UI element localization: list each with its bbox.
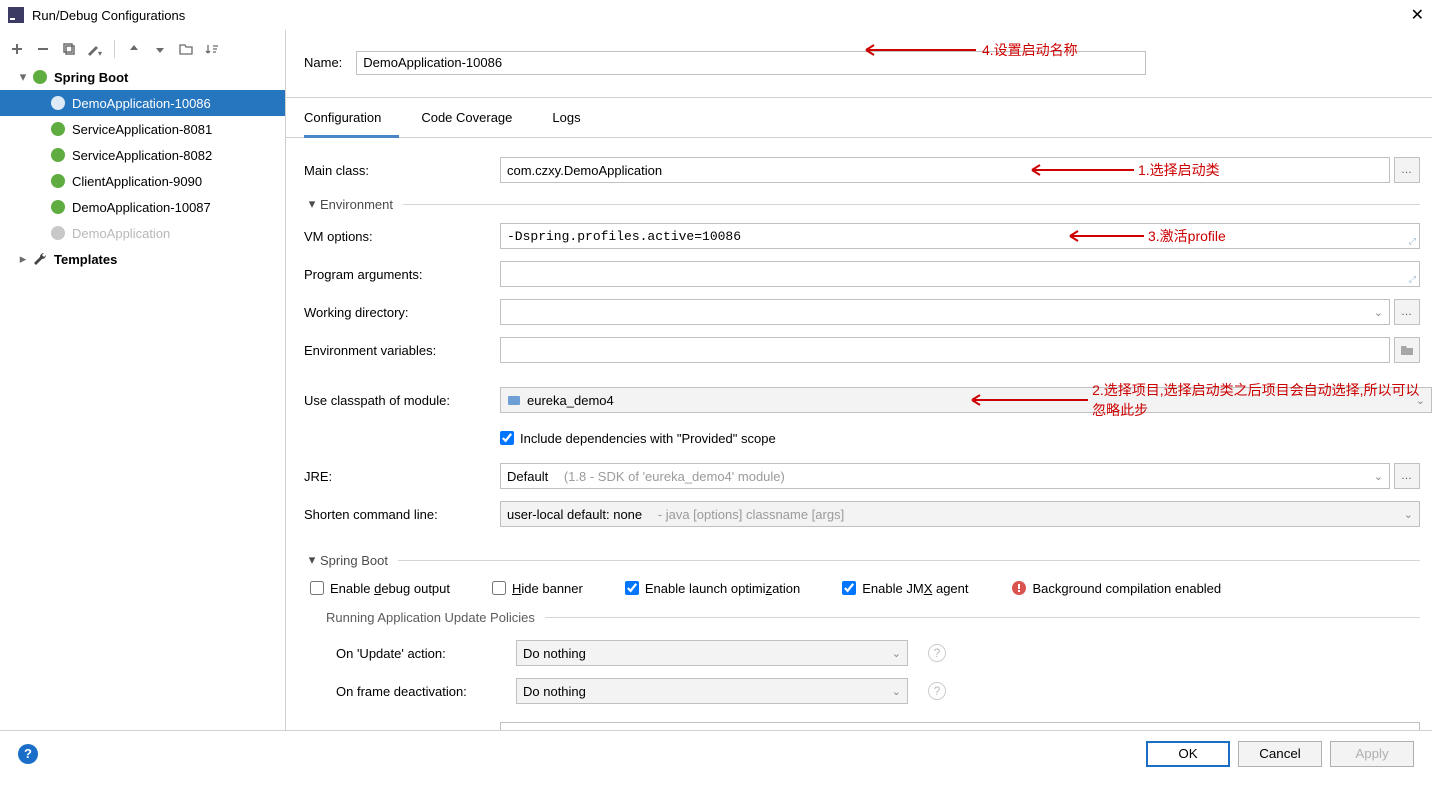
browse-main-class-button[interactable]: …	[1394, 157, 1420, 183]
spring-icon	[50, 121, 66, 137]
working-dir-input[interactable]: ⌄	[500, 299, 1390, 325]
chevron-down-icon: ▾	[304, 552, 320, 568]
sort-button[interactable]	[201, 38, 223, 60]
vm-options-row: VM options: ⤢ 3.激活profile	[304, 218, 1432, 254]
chevron-down-icon: ▾	[304, 196, 320, 212]
on-update-select[interactable]: Do nothing⌄	[516, 640, 908, 666]
spring-icon	[32, 69, 48, 85]
include-deps-row: Include dependencies with "Provided" sco…	[304, 420, 1432, 456]
name-label: Name:	[304, 55, 342, 70]
hide-banner-checkbox[interactable]: Hide banner	[492, 581, 583, 596]
chevron-down-icon: ⌄	[1416, 394, 1425, 407]
title-bar: Run/Debug Configurations ✕	[0, 0, 1432, 30]
spring-icon	[50, 225, 66, 241]
move-up-button[interactable]	[123, 38, 145, 60]
env-vars-row: Environment variables:	[304, 332, 1432, 368]
on-update-row: On 'Update' action: Do nothing⌄ ?	[326, 635, 1432, 671]
close-icon[interactable]: ✕	[1411, 5, 1424, 25]
tree-item-demo-10086[interactable]: DemoApplication-10086	[0, 90, 285, 116]
main-class-input[interactable]	[500, 157, 1390, 183]
window-title: Run/Debug Configurations	[32, 8, 185, 23]
collapse-icon: ▸	[16, 251, 30, 267]
cancel-button[interactable]: Cancel	[1238, 741, 1322, 767]
chevron-down-icon: ⌄	[1374, 470, 1383, 483]
wrench-icon	[32, 251, 48, 267]
browse-jre-button[interactable]: …	[1394, 463, 1420, 489]
bg-compilation-warning: Background compilation enabled	[1011, 580, 1222, 596]
tree-item-client-9090[interactable]: ClientApplication-9090	[0, 168, 285, 194]
folder-icon	[1400, 343, 1414, 357]
tree-item-service-8081[interactable]: ServiceApplication-8081	[0, 116, 285, 142]
share-checkbox[interactable]: Share	[1160, 55, 1432, 70]
chevron-down-icon: ⌄	[1404, 508, 1413, 521]
ok-button[interactable]: OK	[1146, 741, 1230, 767]
env-vars-input[interactable]	[500, 337, 1390, 363]
spring-icon	[50, 199, 66, 215]
help-icon[interactable]: ?	[928, 644, 946, 662]
chevron-down-icon: ⌄	[892, 685, 901, 698]
tree-toolbar: ▾	[0, 34, 285, 64]
spring-icon	[50, 147, 66, 163]
working-dir-row: Working directory: ⌄ …	[304, 294, 1432, 330]
tree-item-demo-disabled[interactable]: DemoApplication	[0, 220, 285, 246]
browse-working-dir-button[interactable]: …	[1394, 299, 1420, 325]
active-profiles-row: Active profiles:	[304, 717, 1432, 730]
enable-debug-checkbox[interactable]: Enable debug output	[310, 581, 450, 596]
tree-root-spring-boot[interactable]: ▾ Spring Boot	[0, 64, 285, 90]
folder-button[interactable]	[175, 38, 197, 60]
move-down-button[interactable]	[149, 38, 171, 60]
form-body: Main class: 1.选择启动类 … ▾ Environment VM o…	[286, 138, 1432, 730]
jre-select[interactable]: Default (1.8 - SDK of 'eureka_demo4' mod…	[500, 463, 1390, 489]
chevron-down-icon: ⌄	[1374, 306, 1383, 319]
vm-options-input[interactable]	[500, 223, 1420, 249]
intellij-icon	[8, 7, 24, 23]
tree-templates[interactable]: ▸ Templates	[0, 246, 285, 272]
jre-row: JRE: Default (1.8 - SDK of 'eureka_demo4…	[304, 458, 1432, 494]
chevron-down-icon: ⌄	[892, 647, 901, 660]
warning-icon	[1011, 580, 1027, 596]
edit-defaults-button[interactable]: ▾	[84, 38, 106, 60]
name-row: Name: 4.设置启动名称 Share Allow parallel run	[286, 30, 1432, 98]
tab-configuration[interactable]: Configuration	[304, 100, 399, 138]
annotation-4: 4.设置启动名称	[856, 40, 1078, 60]
include-deps-checkbox[interactable]: Include dependencies with "Provided" sco…	[500, 431, 776, 446]
config-content: Name: 4.设置启动名称 Share Allow parallel run …	[286, 30, 1432, 730]
on-deactivation-row: On frame deactivation: Do nothing⌄ ?	[326, 673, 1432, 709]
apply-button[interactable]: Apply	[1330, 741, 1414, 767]
spring-icon	[50, 173, 66, 189]
classpath-row: Use classpath of module: eureka_demo4 ⌄ …	[304, 382, 1432, 418]
spring-boot-section-header[interactable]: ▾ Spring Boot	[304, 552, 1420, 568]
red-arrow-icon	[856, 43, 976, 57]
environment-section-header[interactable]: ▾ Environment	[304, 196, 1420, 212]
classpath-select[interactable]: eureka_demo4 ⌄	[500, 387, 1432, 413]
expand-icon: ▾	[16, 69, 30, 85]
shorten-row: Shorten command line: user-local default…	[304, 496, 1432, 532]
active-profiles-input[interactable]	[500, 722, 1420, 730]
tabs: Configuration Code Coverage Logs	[286, 98, 1432, 138]
launch-opt-checkbox[interactable]: Enable launch optimization	[625, 581, 800, 596]
update-policies-section: Running Application Update Policies On '…	[326, 610, 1432, 709]
module-icon	[507, 393, 521, 407]
on-deactivation-select[interactable]: Do nothing⌄	[516, 678, 908, 704]
config-tree-sidebar: ▾ ▾ Spring Boot DemoApplication-10086 Se…	[0, 30, 286, 730]
tab-logs[interactable]: Logs	[552, 100, 598, 137]
tree-item-demo-10087[interactable]: DemoApplication-10087	[0, 194, 285, 220]
help-button[interactable]: ?	[18, 744, 38, 764]
tab-code-coverage[interactable]: Code Coverage	[421, 100, 530, 137]
main-class-row: Main class: 1.选择启动类 …	[304, 152, 1432, 188]
browse-env-vars-button[interactable]	[1394, 337, 1420, 363]
dialog-footer: ? OK Cancel Apply	[0, 730, 1432, 776]
shorten-select[interactable]: user-local default: none - java [options…	[500, 501, 1420, 527]
jmx-checkbox[interactable]: Enable JMX agent	[842, 581, 968, 596]
help-icon[interactable]: ?	[928, 682, 946, 700]
program-args-row: Program arguments: ⤢	[304, 256, 1432, 292]
remove-button[interactable]	[32, 38, 54, 60]
spring-boot-options: Enable debug output Hide banner Enable l…	[304, 574, 1432, 602]
tree-item-service-8082[interactable]: ServiceApplication-8082	[0, 142, 285, 168]
add-button[interactable]	[6, 38, 28, 60]
program-args-input[interactable]	[500, 261, 1420, 287]
copy-button[interactable]	[58, 38, 80, 60]
spring-icon	[50, 95, 66, 111]
